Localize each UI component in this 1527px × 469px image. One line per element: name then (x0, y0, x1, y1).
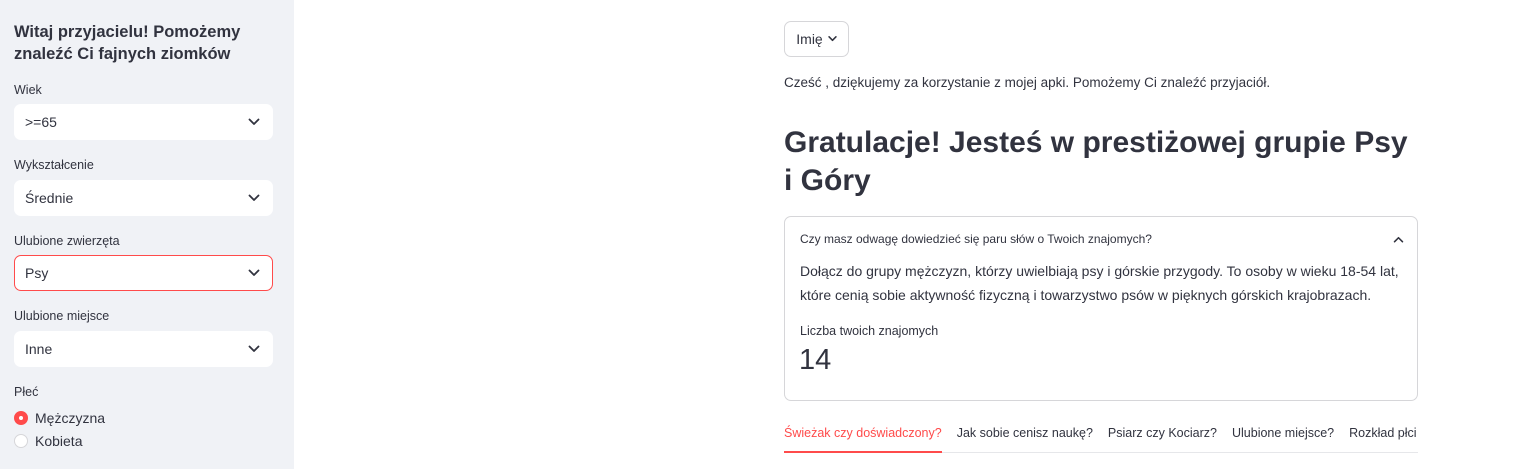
gender-option-label: Mężczyzna (35, 410, 106, 426)
tab-education[interactable]: Jak sobie cenisz naukę? (957, 424, 1093, 453)
sidebar: Witaj przyjacielu! Pomożemy znaleźć Ci f… (0, 0, 294, 469)
place-select-value: Inne (25, 341, 53, 357)
age-label: Wiek (14, 83, 42, 97)
page-title: Gratulacje! Jesteś w prestiżowej grupie … (784, 126, 1408, 197)
radio-unchecked-icon[interactable] (14, 434, 28, 448)
greeting-text: Cześć , dziękujemy za korzystanie z moje… (784, 75, 1271, 90)
name-button-label: Imię (796, 31, 823, 47)
chevron-down-icon (828, 36, 837, 42)
chevron-down-icon (248, 269, 260, 276)
tab-gender-distribution[interactable]: Rozkład płci (1349, 424, 1416, 453)
gender-option-female[interactable]: Kobieta (14, 433, 82, 449)
age-select-value: >=65 (25, 114, 57, 130)
education-select-value: Średnie (25, 190, 74, 206)
animals-select-value: Psy (25, 265, 49, 281)
education-select[interactable]: Średnie (14, 180, 273, 216)
age-select[interactable]: >=65 (14, 104, 273, 140)
chevron-down-icon (248, 118, 260, 125)
friends-expander: Czy masz odwagę dowiedzieć się paru słów… (784, 216, 1418, 401)
expander-description: Dołącz do grupy mężczyzn, którzy uwielbi… (800, 263, 1399, 303)
chevron-down-icon (248, 194, 260, 201)
gender-option-label: Kobieta (35, 433, 83, 449)
name-popover-button[interactable]: Imię (784, 21, 849, 57)
radio-checked-icon[interactable] (14, 411, 28, 425)
main-content: Imię Cześć , dziękujemy za korzystanie z… (784, 0, 1418, 469)
tab-bar: Świeżak czy doświadczony? Jak sobie ceni… (784, 424, 1418, 453)
tab-pets[interactable]: Psiarz czy Kociarz? (1108, 424, 1217, 453)
chevron-down-icon (248, 345, 260, 352)
metric-label: Liczba twoich znajomych (800, 324, 939, 338)
animals-label: Ulubione zwierzęta (14, 234, 120, 248)
place-label: Ulubione miejsce (14, 309, 110, 323)
sidebar-title: Witaj przyjacielu! Pomożemy znaleźć Ci f… (14, 23, 241, 63)
chevron-up-icon (1393, 236, 1404, 242)
tab-favourite-place[interactable]: Ulubione miejsce? (1232, 424, 1334, 453)
tab-experience[interactable]: Świeżak czy doświadczony? (784, 424, 942, 453)
expander-header[interactable]: Czy masz odwagę dowiedzieć się paru słów… (800, 230, 1404, 248)
education-label: Wykształcenie (14, 158, 94, 172)
animals-select[interactable]: Psy (14, 255, 273, 291)
gender-label: Płeć (14, 385, 39, 399)
expander-title: Czy masz odwagę dowiedzieć się paru słów… (800, 232, 1152, 246)
metric-value: 14 (799, 344, 832, 376)
gender-option-male[interactable]: Mężczyzna (14, 410, 105, 426)
place-select[interactable]: Inne (14, 331, 273, 367)
